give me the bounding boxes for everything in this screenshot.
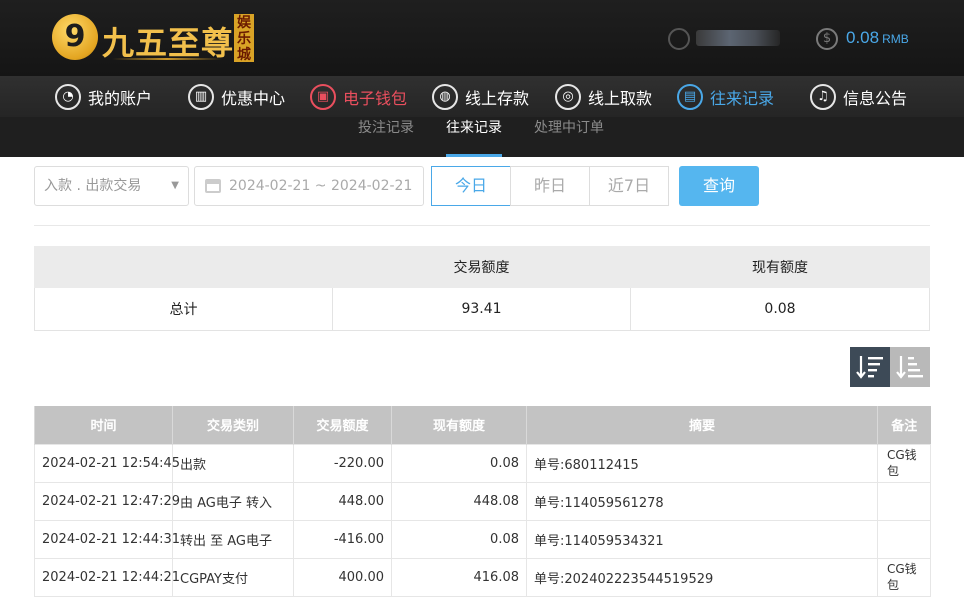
record-icon: ▤ bbox=[677, 83, 703, 110]
logo-tag: 娱乐城 bbox=[234, 14, 254, 63]
records-table: 时间 交易类别 交易额度 现有额度 摘要 备注 2024-02-21 12:54… bbox=[34, 406, 931, 597]
chevron-down-icon: ▼ bbox=[171, 180, 179, 191]
user-avatar-icon[interactable] bbox=[668, 28, 690, 50]
cell-note bbox=[877, 519, 931, 559]
bell-icon: ♫ bbox=[810, 83, 836, 110]
sub-nav: 投注记录 往来记录 处理中订单 bbox=[0, 117, 964, 157]
coin-icon: $ bbox=[816, 28, 838, 50]
withdraw-icon: ◎ bbox=[555, 83, 581, 110]
table-row: 2024-02-21 12:54:45 出款 -220.00 0.08 单号:6… bbox=[34, 443, 931, 483]
cell-time: 2024-02-21 12:47:29 bbox=[34, 481, 180, 521]
cell-summary: 单号:114059534321 bbox=[526, 519, 878, 559]
main-nav: ◔ 我的账户 ▥ 优惠中心 ▣ 电子钱包 ◍ 线上存款 ◎ 线上取款 ▤ 往来记… bbox=[0, 76, 964, 117]
table-row: 2024-02-21 12:44:31 转出 至 AG电子 -416.00 0.… bbox=[34, 519, 931, 559]
nav-promotions[interactable]: ▥ 优惠中心 bbox=[188, 76, 285, 117]
summary-table: 交易额度 现有额度 总计 93.41 0.08 bbox=[34, 246, 930, 331]
nav-label: 信息公告 bbox=[843, 88, 908, 108]
user-name-redacted bbox=[696, 30, 780, 46]
cell-balance: 0.08 bbox=[391, 519, 527, 559]
deposit-icon: ◍ bbox=[432, 83, 458, 110]
summary-header-balance: 现有额度 bbox=[630, 246, 930, 288]
date-range-input[interactable]: 2024-02-21 ~ 2024-02-21 bbox=[194, 166, 424, 206]
summary-header-blank bbox=[34, 246, 333, 288]
cell-type: CGPAY支付 bbox=[172, 557, 294, 597]
nav-label: 往来记录 bbox=[710, 88, 775, 108]
cell-time: 2024-02-21 12:44:31 bbox=[34, 519, 180, 559]
cell-balance: 0.08 bbox=[391, 443, 527, 483]
summary-header-amount: 交易额度 bbox=[332, 246, 631, 288]
quick-7days-button[interactable]: 近7日 bbox=[589, 166, 669, 206]
cell-time: 2024-02-21 12:54:45 bbox=[34, 443, 180, 483]
nav-online-withdraw[interactable]: ◎ 线上取款 bbox=[555, 76, 652, 117]
site-logo[interactable]: 9 九五至尊 娱乐城 bbox=[52, 12, 257, 68]
nav-my-account[interactable]: ◔ 我的账户 bbox=[55, 76, 152, 117]
wallet-icon: ▣ bbox=[310, 83, 336, 110]
cell-balance: 448.08 bbox=[391, 481, 527, 521]
summary-total-amount: 93.41 bbox=[332, 287, 631, 331]
nav-e-wallet[interactable]: ▣ 电子钱包 bbox=[310, 76, 407, 117]
summary-header-row: 交易额度 现有额度 bbox=[34, 246, 930, 288]
quick-yesterday-button[interactable]: 昨日 bbox=[510, 166, 590, 206]
cell-amount: 448.00 bbox=[293, 481, 392, 521]
cell-note: CG钱包 bbox=[877, 557, 931, 597]
sort-desc-icon bbox=[856, 356, 883, 379]
sort-desc-button[interactable] bbox=[850, 347, 890, 387]
col-header-type[interactable]: 交易类别 bbox=[172, 406, 294, 444]
select-value: 入款 . 出款交易 bbox=[44, 178, 142, 194]
tab-transaction-records[interactable]: 往来记录 bbox=[446, 117, 502, 157]
cell-time: 2024-02-21 12:44:21 bbox=[34, 557, 180, 597]
transaction-type-select[interactable]: 入款 . 出款交易 ▼ bbox=[34, 166, 189, 206]
nav-announcements[interactable]: ♫ 信息公告 bbox=[810, 76, 907, 117]
date-range-value: 2024-02-21 ~ 2024-02-21 bbox=[229, 178, 413, 194]
summary-row: 总计 93.41 0.08 bbox=[34, 287, 930, 331]
sort-asc-icon bbox=[896, 356, 923, 379]
header: 9 九五至尊 娱乐城 $ 0.08 RMB bbox=[0, 0, 964, 76]
cell-amount: -416.00 bbox=[293, 519, 392, 559]
user-icon: ◔ bbox=[55, 83, 81, 110]
cell-balance: 416.08 bbox=[391, 557, 527, 597]
gift-icon: ▥ bbox=[188, 83, 214, 110]
col-header-balance[interactable]: 现有额度 bbox=[391, 406, 527, 444]
table-row: 2024-02-21 12:44:21 CGPAY支付 400.00 416.0… bbox=[34, 557, 931, 597]
calendar-icon bbox=[205, 179, 221, 193]
cell-type: 转出 至 AG电子 bbox=[172, 519, 294, 559]
tab-pending-orders[interactable]: 处理中订单 bbox=[534, 117, 604, 157]
nav-label: 优惠中心 bbox=[221, 88, 286, 108]
balance-display: 0.08 RMB bbox=[846, 28, 909, 48]
sort-asc-button[interactable] bbox=[890, 347, 930, 387]
cell-amount: -220.00 bbox=[293, 443, 392, 483]
summary-total-balance: 0.08 bbox=[630, 287, 930, 331]
col-header-summary[interactable]: 摘要 bbox=[526, 406, 878, 444]
cell-summary: 单号:202402223544519529 bbox=[526, 557, 878, 597]
nav-online-deposit[interactable]: ◍ 线上存款 bbox=[432, 76, 529, 117]
table-row: 2024-02-21 12:47:29 由 AG电子 转入 448.00 448… bbox=[34, 481, 931, 521]
logo-ornament bbox=[112, 58, 222, 60]
nav-transaction-records[interactable]: ▤ 往来记录 bbox=[677, 76, 774, 117]
balance-unit: RMB bbox=[882, 32, 909, 46]
cell-note: CG钱包 bbox=[877, 443, 931, 483]
balance-value: 0.08 bbox=[846, 28, 880, 47]
nav-label: 线上存款 bbox=[465, 88, 530, 108]
col-header-note[interactable]: 备注 bbox=[877, 406, 931, 444]
cell-summary: 单号:680112415 bbox=[526, 443, 878, 483]
cell-type: 由 AG电子 转入 bbox=[172, 481, 294, 521]
divider bbox=[34, 225, 930, 226]
nav-label: 线上取款 bbox=[588, 88, 653, 108]
quick-today-button[interactable]: 今日 bbox=[431, 166, 511, 206]
cell-summary: 单号:114059561278 bbox=[526, 481, 878, 521]
records-header-row: 时间 交易类别 交易额度 现有额度 摘要 备注 bbox=[34, 406, 931, 444]
tab-bet-records[interactable]: 投注记录 bbox=[358, 117, 414, 157]
col-header-amount[interactable]: 交易额度 bbox=[293, 406, 392, 444]
logo-badge: 9 bbox=[52, 14, 98, 60]
query-button[interactable]: 查询 bbox=[679, 166, 759, 206]
cell-type: 出款 bbox=[172, 443, 294, 483]
summary-total-label: 总计 bbox=[34, 287, 333, 331]
cell-amount: 400.00 bbox=[293, 557, 392, 597]
col-header-time[interactable]: 时间 bbox=[34, 406, 173, 444]
cell-note bbox=[877, 481, 931, 521]
nav-label: 电子钱包 bbox=[343, 88, 408, 108]
nav-label: 我的账户 bbox=[88, 88, 153, 108]
